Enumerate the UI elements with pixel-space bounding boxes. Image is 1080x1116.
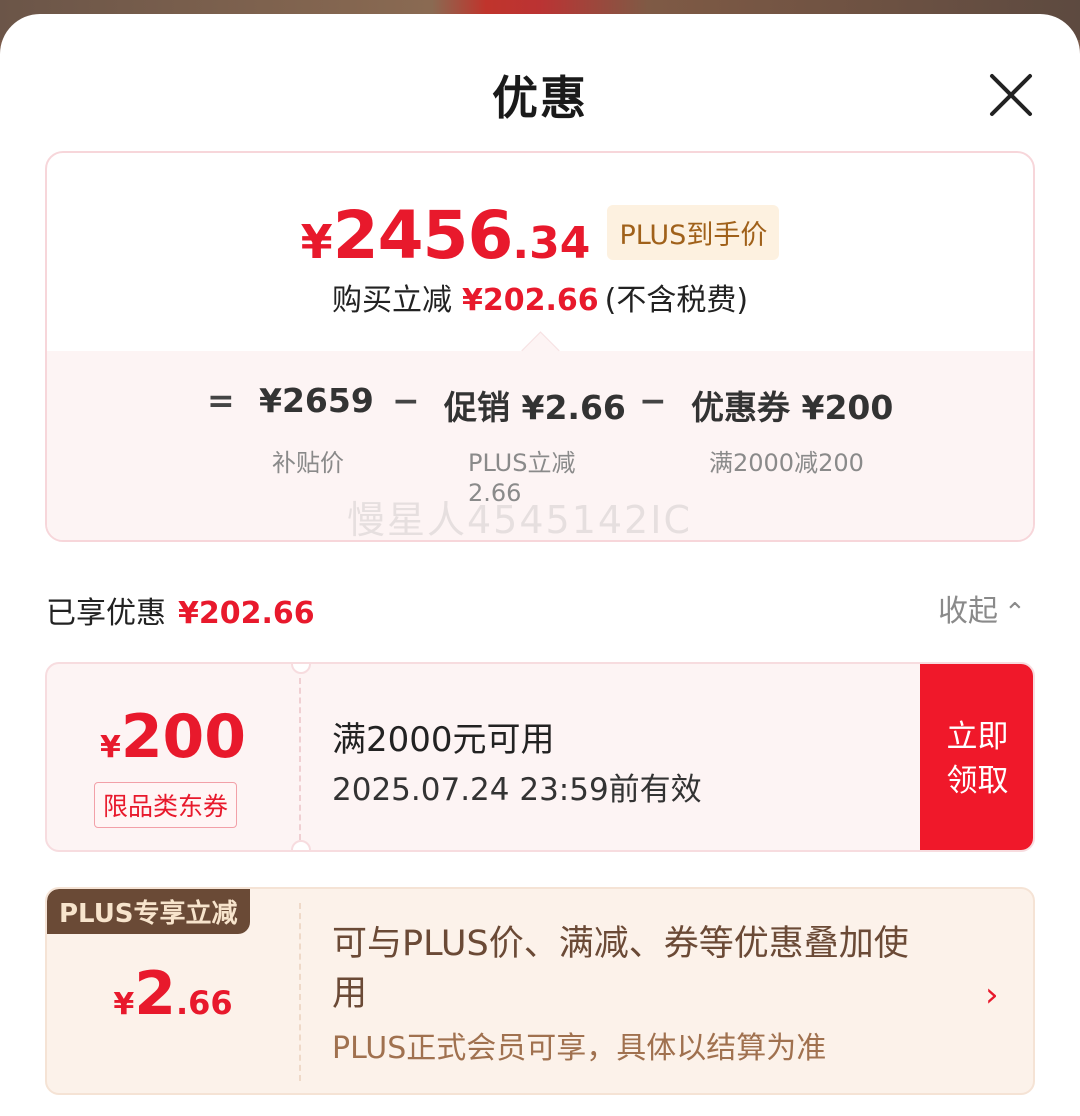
dashed-divider: [299, 678, 301, 840]
plus-discount-amount: ¥2.66: [47, 959, 299, 1029]
close-icon[interactable]: [986, 70, 1036, 120]
final-price: ¥2456.34 PLUS到手价: [47, 197, 1033, 274]
price-integer: 2456: [332, 197, 514, 274]
minus-sign: −: [639, 381, 667, 420]
save-suffix: (不含税费): [604, 283, 749, 318]
price-currency: ¥: [300, 215, 333, 269]
plus-offer-description: 可与PLUS价、满减、券等优惠叠加使用: [332, 924, 909, 1014]
plus-price-tag: PLUS到手价: [607, 205, 780, 260]
claim-button-label-2: 领取: [946, 763, 1009, 799]
claim-button-label-1: 立即: [946, 719, 1009, 755]
price-decimal: .34: [512, 218, 591, 269]
save-prefix: 购买立减: [331, 283, 452, 318]
enjoyed-discount: 已享优惠 ¥202.66: [46, 588, 315, 632]
enjoyed-label: 已享优惠: [46, 596, 166, 631]
plus-amount-decimal: .66: [175, 984, 233, 1022]
coupon-category-tag: 限品类东券: [94, 782, 238, 828]
coupon-card: ¥200 限品类东券 满2000元可用 2025.07.24 23:59前有效 …: [45, 662, 1035, 852]
enjoyed-amount: ¥202.66: [178, 596, 315, 631]
coupon-number: 200: [120, 702, 247, 772]
promo-label: PLUS立减: [468, 449, 576, 477]
chevron-up-icon: ⌃: [1004, 598, 1026, 628]
price-breakdown: = ¥2659 − 促销 ¥2.66 − 优惠券 ¥200 补贴价 PLUS立减…: [47, 331, 1033, 542]
plus-offer-card[interactable]: PLUS专享立减 ¥2.66 可与PLUS价、满减、券等优惠叠加使用 PLUS正…: [45, 887, 1035, 1095]
sheet-title: 优惠: [492, 71, 588, 125]
minus-sign: −: [392, 381, 420, 420]
watermark: 慢星人4545142IC: [347, 498, 692, 542]
coupon-amount: 优惠券 ¥200: [691, 388, 894, 427]
discount-bottom-sheet: 优惠 ¥2456.34 PLUS到手价 购买立减 ¥202.66 (不含税费) = …: [0, 14, 1080, 1116]
final-price-card: ¥2456.34 PLUS到手价 购买立减 ¥202.66 (不含税费) = ¥26…: [45, 151, 1035, 542]
chevron-right-icon[interactable]: ›: [985, 975, 999, 1015]
collapse-button[interactable]: 收起 ⌃: [938, 586, 1026, 630]
coupon-amount: ¥200: [47, 702, 299, 772]
plus-exclusive-badge: PLUS专享立减: [47, 889, 250, 934]
plus-offer-note: PLUS正式会员可享，具体以结算为准: [332, 1031, 827, 1066]
ticket-notch-bottom: [291, 840, 311, 850]
subsidy-price: ¥2659: [259, 381, 374, 420]
claim-coupon-button[interactable]: 立即 领取: [920, 664, 1033, 850]
coupon-currency: ¥: [99, 730, 121, 765]
coupon-value: ¥200 限品类东券: [47, 664, 299, 850]
promo-amount: 促销 ¥2.66: [444, 388, 626, 427]
instant-discount-line: 购买立减 ¥202.66 (不含税费): [47, 275, 1033, 319]
subsidy-price-label: 补贴价: [272, 449, 344, 477]
coupon-label: 满2000减200: [709, 449, 864, 477]
equals-sign: =: [207, 381, 235, 420]
final-price-section: ¥2456.34 PLUS到手价 购买立减 ¥202.66 (不含税费): [47, 153, 1033, 351]
coupon-condition: 满2000元可用: [332, 720, 555, 760]
plus-amount-integer: 2: [134, 959, 176, 1029]
dashed-divider: [299, 903, 301, 1081]
collapse-label: 收起: [938, 594, 998, 629]
coupon-validity: 2025.07.24 23:59前有效: [332, 772, 702, 808]
save-amount: ¥202.66: [461, 283, 599, 318]
plus-currency: ¥: [113, 987, 135, 1022]
